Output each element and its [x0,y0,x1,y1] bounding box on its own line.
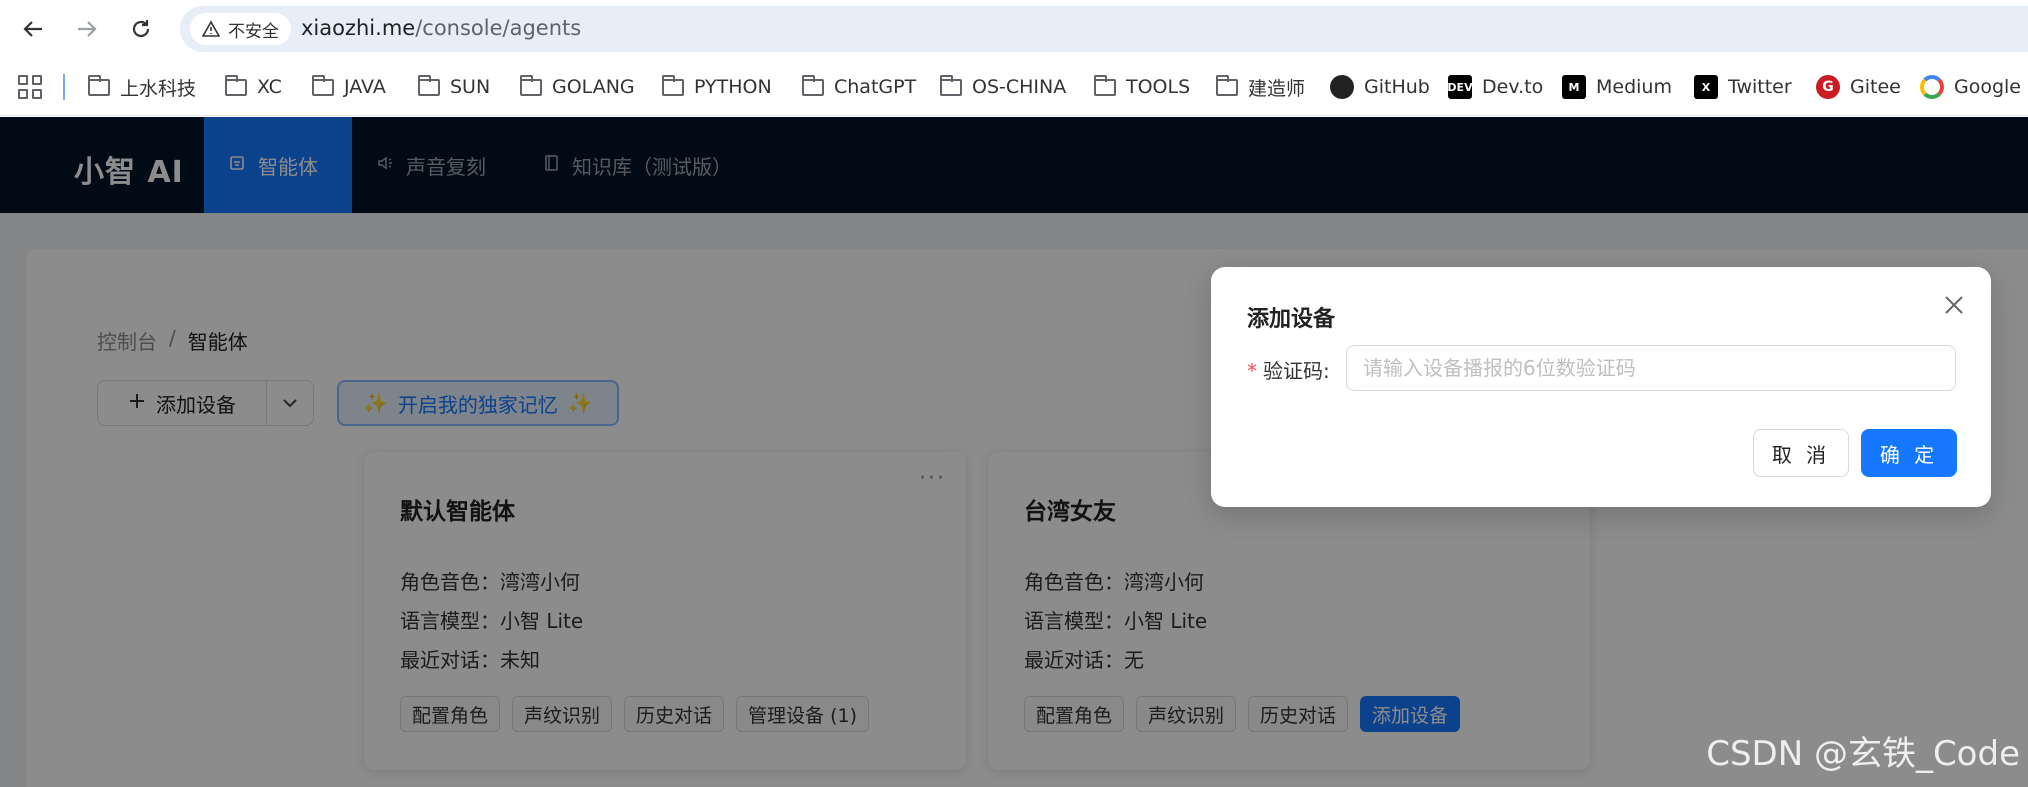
bookmark-label: Twitter [1728,76,1792,98]
bookmark-label: Gitee [1850,76,1901,98]
bookmark-item[interactable]: G Gitee [1816,72,1901,102]
security-chip[interactable]: 不安全 [190,13,291,45]
confirm-button[interactable]: 确 定 [1861,429,1957,477]
back-button[interactable] [16,12,50,46]
bookmark-label: PYTHON [694,76,772,98]
folder-icon [312,74,334,96]
bookmark-item[interactable]: DEV Dev.to [1447,72,1544,102]
folder-icon [225,74,247,96]
forward-button[interactable] [70,12,104,46]
omnibox[interactable]: 不安全 xiaozhi.me/console/agents [180,6,2028,52]
devto-icon: DEV [1447,75,1473,99]
watermark: CSDN @玄铁_Code [1706,734,2020,774]
github-icon [1330,75,1354,99]
bookmark-label: TOOLS [1126,76,1191,98]
bookmark-label: 上水科技 [120,77,197,100]
verification-code-input[interactable] [1346,345,1956,391]
browser-address-bar: 不安全 xiaozhi.me/console/agents [0,0,2028,58]
bookmark-item[interactable]: Google [1920,72,2021,102]
folder-icon [418,74,440,96]
folder-icon [662,74,684,96]
close-icon[interactable] [1943,293,1965,321]
bookmark-item[interactable]: ChatGPT [802,72,916,102]
verification-code-label: * 验证码: [1247,355,1330,384]
bookmark-item[interactable]: XC [225,72,282,102]
verification-code-label-text: 验证码 [1263,359,1323,383]
folder-icon [88,74,110,96]
bookmark-item[interactable]: PYTHON [662,72,772,102]
bookmarks-bar: 上水科技 XC JAVA SUN GOLANG PYTHON ChatGPT O… [0,58,2028,116]
folder-icon [520,74,542,96]
folder-icon [802,74,824,96]
apps-icon[interactable] [18,75,42,99]
required-mark-icon: * [1247,359,1257,383]
folder-icon [940,74,962,96]
reload-button[interactable] [124,12,158,46]
bookmark-item[interactable]: M Medium [1562,72,1672,102]
add-device-modal: 添加设备 *验证码: 取 消 确 定 [1211,267,1991,507]
gitee-icon: G [1816,75,1840,99]
bookmark-label: XC [257,76,282,98]
url-path: /console/agents [415,16,582,40]
bookmark-label: GitHub [1364,76,1430,98]
bookmark-label: ChatGPT [834,76,917,98]
reload-icon [132,20,150,38]
google-icon [1920,75,1944,99]
url-text[interactable]: xiaozhi.me/console/agents [301,16,581,40]
bookmark-item[interactable]: GOLANG [520,72,635,102]
medium-icon: M [1562,75,1586,99]
bookmark-label: 建造师 [1248,77,1306,100]
bookmark-item[interactable]: X Twitter [1694,72,1792,102]
cancel-button[interactable]: 取 消 [1753,429,1849,477]
bookmark-label: Medium [1596,76,1672,98]
modal-title: 添加设备 [1247,307,1336,332]
bookmark-label: SUN [450,76,491,98]
bookmark-label: JAVA [344,76,386,98]
bookmark-label: Dev.to [1482,76,1544,98]
bookmark-item[interactable]: OS-CHINA [940,72,1066,102]
bookmark-item[interactable]: TOOLS [1094,72,1190,102]
arrow-right-icon [78,21,97,37]
bookmark-item[interactable]: JAVA [312,72,386,102]
warning-icon [202,20,220,37]
folder-icon [1094,74,1116,96]
verification-code-label-colon: : [1323,359,1330,383]
bookmark-label: OS-CHINA [972,76,1067,98]
url-host: xiaozhi.me [301,16,416,40]
bookmark-label: GOLANG [552,76,635,98]
bookmark-item[interactable]: 上水科技 [88,72,196,102]
bookmark-item[interactable]: 建造师 [1216,72,1305,102]
folder-icon [1216,74,1238,96]
arrow-left-icon [23,21,42,37]
bookmark-label: Google [1954,76,2022,98]
security-label: 不安全 [228,21,279,42]
bookmark-item[interactable]: SUN [418,72,490,102]
bookmark-item[interactable]: GitHub [1330,72,1430,102]
x-icon: X [1694,75,1718,99]
bookmarks-divider [63,74,65,100]
